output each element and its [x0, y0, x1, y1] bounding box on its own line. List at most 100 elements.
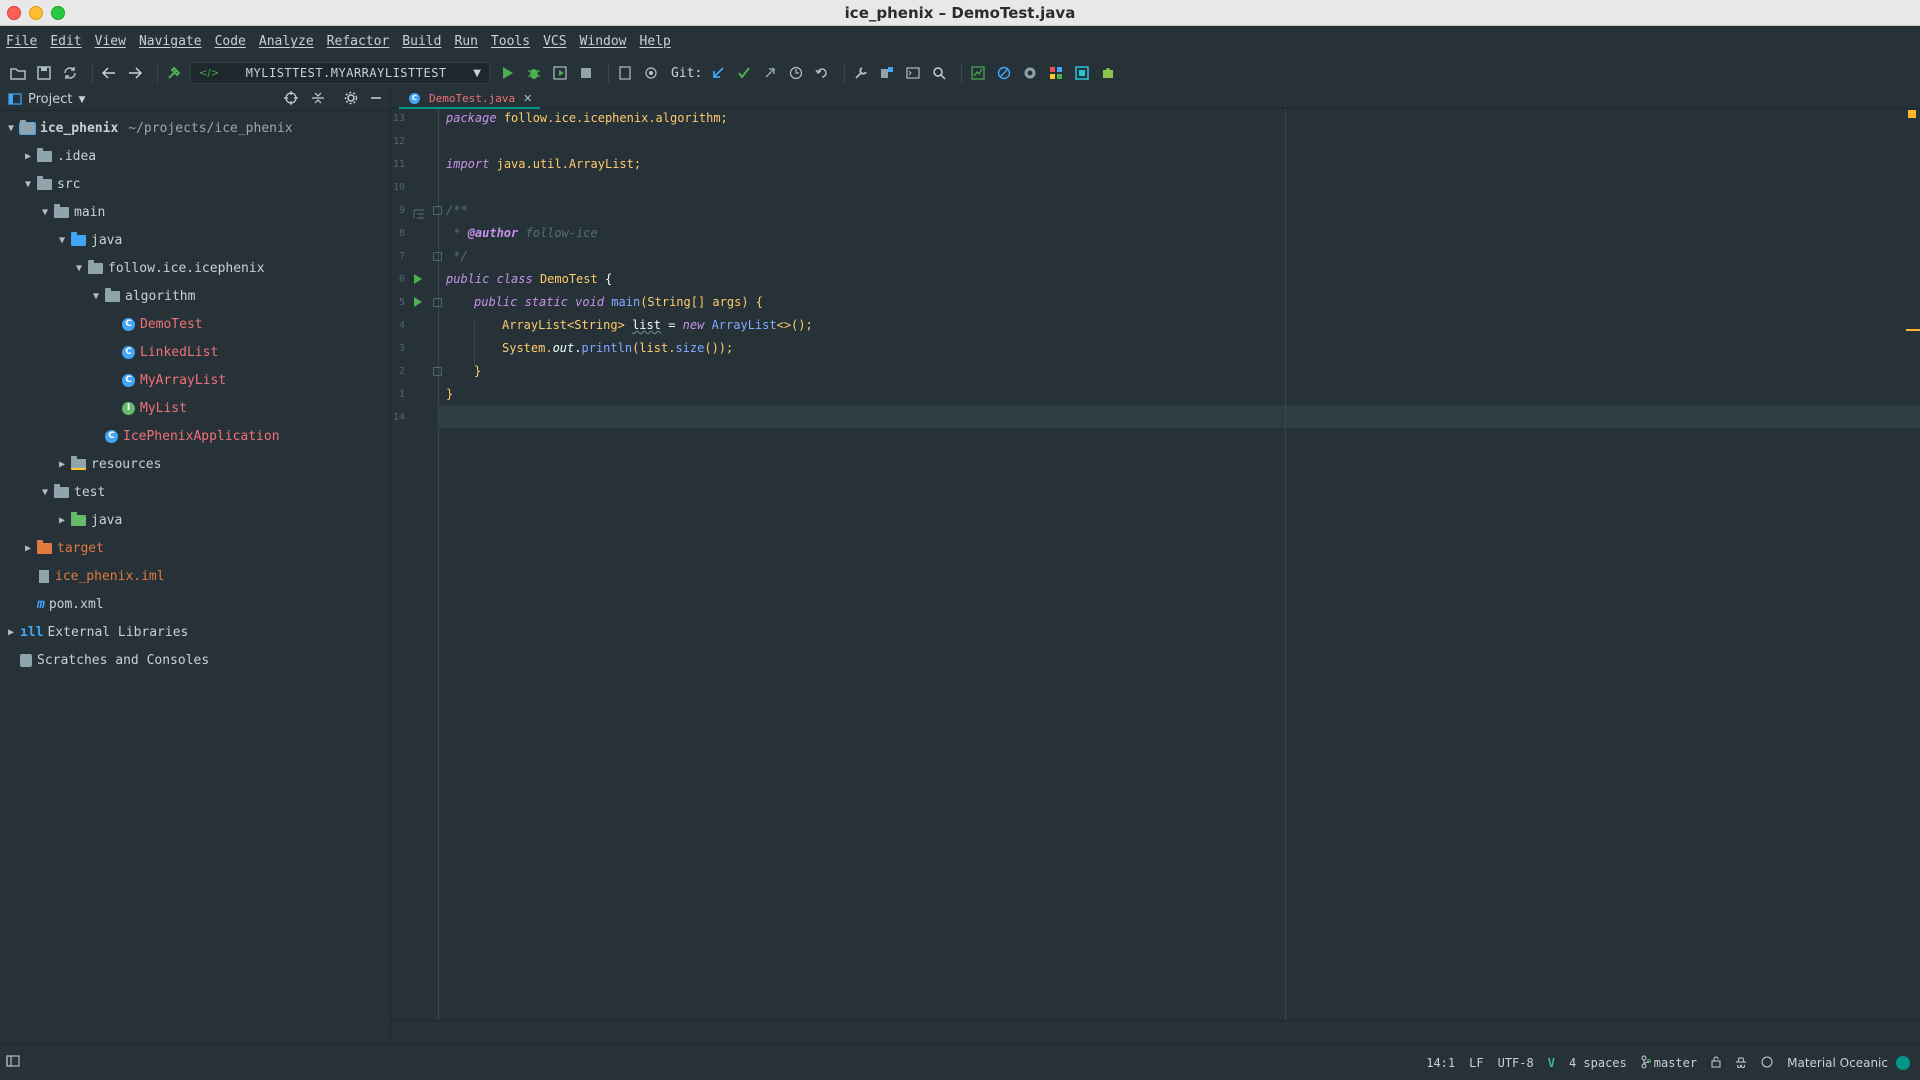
theme-name[interactable]: Material Oceanic — [1787, 1056, 1888, 1070]
run-icon[interactable] — [498, 63, 518, 83]
indent-setting[interactable]: 4 spaces — [1569, 1056, 1627, 1070]
run-configuration-selector[interactable]: </> MYLISTTEST.MYARRAYLISTTEST ▼ — [190, 62, 490, 84]
close-tab-icon[interactable]: ✕ — [523, 92, 532, 105]
git-branch[interactable]: master — [1654, 1056, 1697, 1070]
search-icon[interactable] — [929, 63, 949, 83]
inspector-hat-icon[interactable] — [1735, 1056, 1747, 1071]
project-structure-icon[interactable] — [877, 63, 897, 83]
expand-arrow-icon[interactable]: ▼ — [4, 123, 18, 134]
statistic-icon[interactable] — [968, 63, 988, 83]
debug-icon[interactable] — [524, 63, 544, 83]
theme-indicator-icon[interactable] — [1896, 1056, 1910, 1070]
open-folder-icon[interactable] — [8, 63, 28, 83]
gear-icon[interactable] — [344, 91, 358, 105]
hide-panel-icon[interactable] — [370, 91, 382, 105]
tree-item[interactable]: ▼ src — [0, 173, 80, 195]
expand-arrow-icon[interactable]: ▼ — [38, 487, 52, 498]
error-stripe-marker[interactable] — [1906, 329, 1920, 331]
tree-item[interactable]: ▼ test — [0, 481, 105, 503]
collapse-arrow-icon[interactable]: ▶ — [21, 543, 35, 554]
tree-item[interactable]: C LinkedList — [0, 341, 218, 363]
git-push-icon[interactable] — [760, 63, 780, 83]
run-class-gutter-icon[interactable] — [414, 274, 422, 284]
caret-position[interactable]: 14:1 — [1426, 1056, 1455, 1070]
fold-toggle-icon[interactable] — [433, 298, 442, 307]
tree-item[interactable]: ▶ java — [0, 509, 122, 531]
tree-item[interactable]: ▼ java — [0, 229, 122, 251]
doc-render-gutter-icon[interactable] — [413, 204, 425, 223]
menu-help[interactable]: Help — [640, 32, 671, 51]
menu-edit[interactable]: Edit — [50, 32, 81, 51]
expand-arrow-icon[interactable]: ▼ — [89, 291, 103, 302]
run-with-coverage-icon[interactable] — [550, 63, 570, 83]
menu-code[interactable]: Code — [215, 32, 246, 51]
analysis-status-marker[interactable] — [1908, 110, 1916, 118]
menu-refactor[interactable]: Refactor — [327, 32, 390, 51]
locate-file-icon[interactable] — [284, 91, 298, 105]
vue-icon[interactable]: V — [1548, 1056, 1555, 1070]
collapse-arrow-icon[interactable]: ▶ — [21, 151, 35, 162]
menu-view[interactable]: View — [95, 32, 126, 51]
tree-item[interactable]: ▶ target — [0, 537, 104, 559]
expand-arrow-icon[interactable]: ▼ — [21, 179, 35, 190]
tree-item[interactable]: ▶ resources — [0, 453, 161, 475]
fold-toggle-icon[interactable] — [433, 252, 442, 261]
menu-analyze[interactable]: Analyze — [259, 32, 314, 51]
chevron-down-icon[interactable]: ▼ — [78, 95, 85, 105]
tree-item[interactable]: Scratches and Consoles — [0, 649, 209, 671]
git-commit-icon[interactable] — [734, 63, 754, 83]
forward-arrow-icon[interactable] — [125, 63, 145, 83]
tree-item[interactable]: ▼ algorithm — [0, 285, 195, 307]
expand-arrow-icon[interactable]: ▼ — [72, 263, 86, 274]
tree-item[interactable]: ice_phenix.iml — [0, 565, 165, 587]
tree-item[interactable]: I MyList — [0, 397, 187, 419]
tree-item[interactable]: C IcePhenixApplication — [0, 425, 280, 447]
expand-arrow-icon[interactable]: ▼ — [55, 235, 69, 246]
plugin-grid-icon[interactable] — [1046, 63, 1066, 83]
tree-item[interactable]: ▼ ice_phenix ~/projects/ice_phenix — [0, 117, 293, 139]
tree-item[interactable]: C MyArrayList — [0, 369, 226, 391]
diagram-icon[interactable] — [1072, 63, 1092, 83]
project-view-title[interactable]: Project — [28, 92, 72, 107]
stop-icon[interactable] — [576, 63, 596, 83]
menu-vcs[interactable]: VCS — [543, 32, 566, 51]
build-hammer-icon[interactable] — [164, 63, 184, 83]
collapse-arrow-icon[interactable]: ▶ — [55, 459, 69, 470]
collapse-arrow-icon[interactable]: ▶ — [55, 515, 69, 526]
menu-file[interactable]: File — [6, 32, 37, 51]
tab-demotest-java[interactable]: C DemoTest.java ✕ — [399, 89, 541, 109]
back-arrow-icon[interactable] — [99, 63, 119, 83]
tree-item[interactable]: ▶ ıll External Libraries — [0, 621, 188, 643]
expand-arrow-icon[interactable]: ▼ — [38, 207, 52, 218]
device-icon[interactable] — [615, 63, 635, 83]
git-update-icon[interactable] — [708, 63, 728, 83]
menu-build[interactable]: Build — [402, 32, 441, 51]
attach-debugger-icon[interactable] — [641, 63, 661, 83]
tree-item[interactable]: m pom.xml — [0, 593, 104, 615]
collapse-arrow-icon[interactable]: ▶ — [4, 627, 18, 638]
settings-wrench-icon[interactable] — [851, 63, 871, 83]
menu-navigate[interactable]: Navigate — [139, 32, 202, 51]
lock-icon[interactable] — [1711, 1056, 1721, 1071]
disable-icon[interactable] — [994, 63, 1014, 83]
tree-item[interactable]: ▼ follow.ice.icephenix — [0, 257, 265, 279]
menu-run[interactable]: Run — [454, 32, 477, 51]
menu-window[interactable]: Window — [580, 32, 627, 51]
line-separator[interactable]: LF — [1469, 1056, 1483, 1070]
terminal-icon[interactable] — [903, 63, 923, 83]
tree-item[interactable]: C DemoTest — [0, 313, 203, 335]
event-log-bubble-icon[interactable] — [1761, 1056, 1773, 1071]
tree-item[interactable]: ▼ main — [0, 201, 105, 223]
fold-toggle-icon[interactable] — [433, 367, 442, 376]
code-editor[interactable] — [439, 109, 1920, 1020]
tool-windows-toggle-icon[interactable] — [6, 1055, 20, 1070]
collapse-all-icon[interactable] — [311, 91, 325, 105]
file-encoding[interactable]: UTF-8 — [1498, 1056, 1534, 1070]
save-all-icon[interactable] — [34, 63, 54, 83]
run-main-gutter-icon[interactable] — [414, 297, 422, 307]
history-clock-icon[interactable] — [786, 63, 806, 83]
menu-tools[interactable]: Tools — [491, 32, 530, 51]
puzzle-plugin-icon[interactable] — [1098, 63, 1118, 83]
rollback-icon[interactable] — [812, 63, 832, 83]
record-icon[interactable] — [1020, 63, 1040, 83]
